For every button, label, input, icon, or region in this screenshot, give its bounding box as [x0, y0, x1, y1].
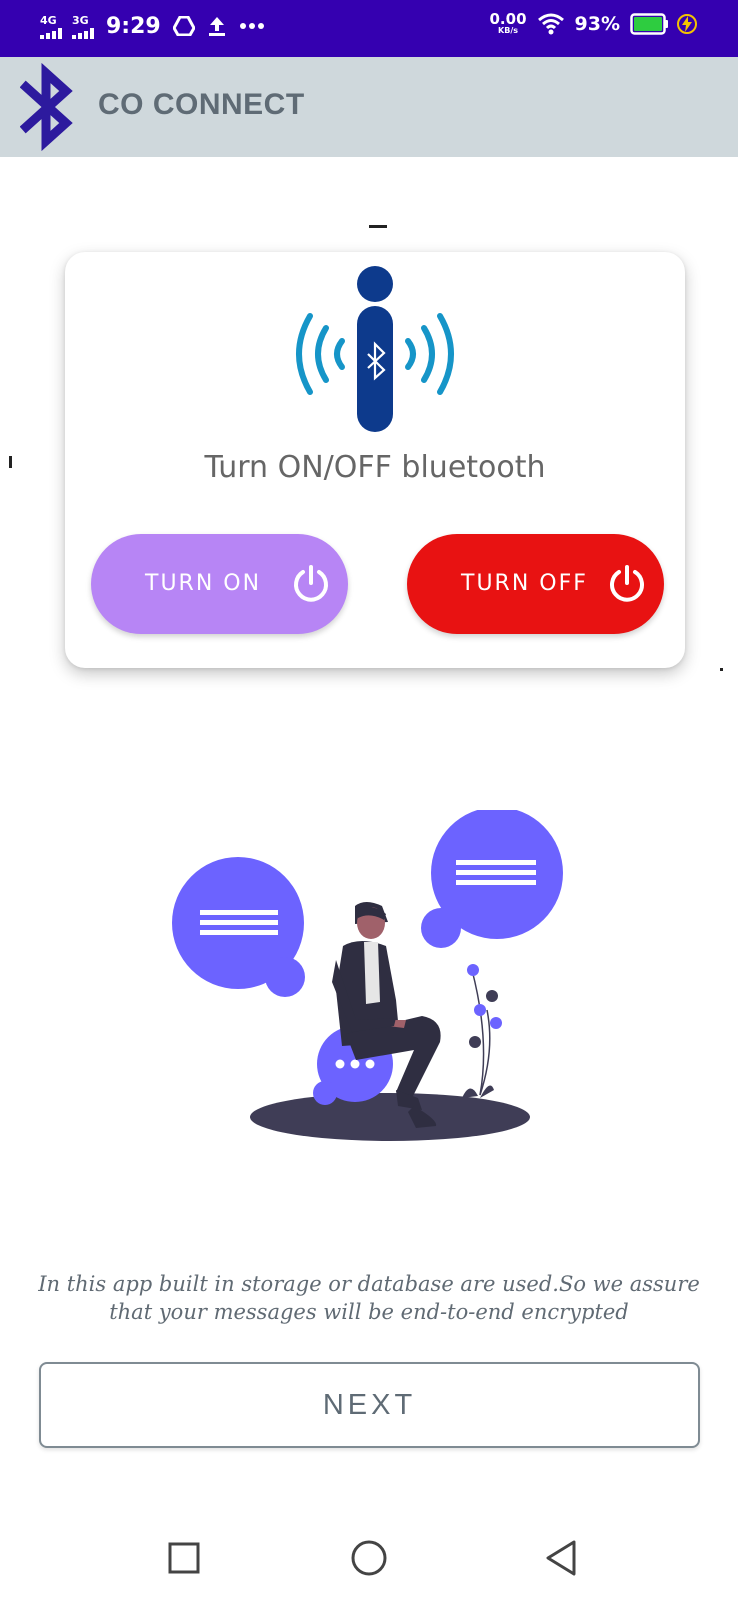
upload-icon [208, 17, 225, 36]
bluetooth-toggle-card: Turn ON/OFF bluetooth TURN ON TURN OFF [65, 252, 685, 668]
home-icon[interactable] [349, 1538, 389, 1578]
chat-illustration [172, 810, 563, 1141]
signal-4g-icon: 4G [40, 12, 66, 40]
more-icon [239, 23, 264, 29]
bluetooth-signal-icon [296, 266, 454, 432]
navigation-bar [0, 1520, 738, 1600]
network-type-2: 3G [72, 14, 89, 27]
turn-on-button[interactable]: TURN ON [91, 534, 348, 634]
recents-icon[interactable] [164, 1538, 204, 1578]
card-label: Turn ON/OFF bluetooth [204, 450, 546, 485]
turn-off-label: TURN OFF [461, 571, 588, 596]
network-type-1: 4G [40, 14, 57, 27]
back-icon[interactable] [542, 1538, 582, 1578]
next-button[interactable]: NEXT [39, 1362, 700, 1448]
wifi-icon [537, 13, 564, 34]
turn-off-button[interactable]: TURN OFF [407, 534, 664, 634]
battery-percent: 93% [574, 12, 620, 35]
encryption-note: In this app built in storage or database… [38, 1272, 700, 1324]
signal-3g-icon: 3G [72, 12, 98, 40]
battery-icon [630, 12, 668, 35]
drive-icon [172, 16, 195, 36]
power-icon [294, 565, 328, 602]
decorative-tick [9, 456, 12, 468]
power-icon [610, 565, 644, 602]
status-left: 4G 3G 9:29 [40, 12, 265, 40]
app-bar: CO CONNECT [0, 57, 738, 157]
speed-unit: KB/s [498, 26, 518, 35]
app-title: CO CONNECT [98, 88, 305, 121]
charging-icon [677, 13, 697, 34]
decorative-dash [369, 225, 387, 228]
decorative-dot [720, 668, 723, 671]
clock: 9:29 [106, 13, 161, 39]
status-right: 0.00 KB/s 93% [490, 12, 699, 35]
bluetooth-logo-icon [20, 63, 73, 151]
speed-value: 0.00 [489, 10, 527, 28]
turn-on-label: TURN ON [145, 571, 262, 596]
status-bar: 4G 3G 9:29 0.00 KB/s 93% [0, 0, 738, 57]
network-speed: 0.00 KB/s [490, 12, 527, 35]
